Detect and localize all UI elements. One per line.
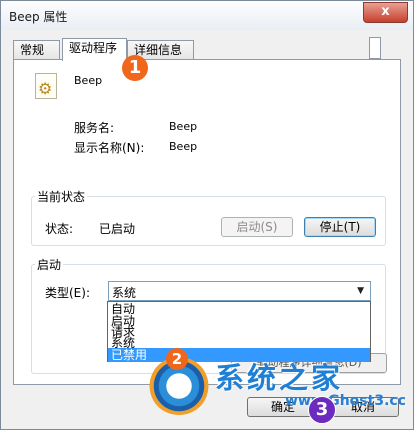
service-name-value: Beep (169, 120, 198, 133)
startup-type-label: 类型(E): (45, 286, 90, 300)
callout-2-badge: 2 (166, 348, 188, 370)
tab-scroll-button[interactable] (369, 37, 381, 59)
status-label: 状态: (45, 222, 74, 236)
status-value: 已启动 (99, 222, 136, 236)
chevron-down-icon: ▼ (357, 286, 364, 296)
service-name: Beep (74, 74, 103, 87)
watermark-text: 系统之家 (215, 361, 344, 395)
tab-driver[interactable]: 驱动程序 (62, 38, 127, 61)
callout-1-badge: 1 (122, 55, 148, 81)
stop-button[interactable]: 停止(T) (304, 217, 376, 237)
tab-general[interactable]: 常规 (13, 40, 60, 60)
display-name-label: 显示名称(N): (74, 141, 145, 155)
service-name-label: 服务名: (74, 121, 115, 135)
callout-3-badge: 3 (308, 396, 336, 424)
display-name-value: Beep (169, 140, 198, 153)
status-group-title: 当前状态 (35, 188, 88, 205)
close-button[interactable]: x (363, 2, 408, 23)
startup-type-value: 系统 (112, 286, 137, 300)
window-title: Beep 属性 (9, 10, 68, 24)
startup-group-title: 启动 (35, 256, 64, 273)
startup-type-select[interactable]: 系统 ▼ (108, 281, 371, 301)
startup-type-dropdown: 自动 启动 请求 系统 已禁用 (107, 301, 371, 362)
properties-dialog: Beep 属性 x 常规 驱动程序 详细信息 ⚙ Beep 服务名: Beep … (0, 0, 414, 430)
gear-service-icon: ⚙ (35, 73, 57, 99)
watermark-url: www.Ghost3.cc (285, 393, 406, 409)
start-button[interactable]: 启动(S) (221, 217, 293, 237)
title-bar: Beep 属性 x (1, 1, 413, 30)
